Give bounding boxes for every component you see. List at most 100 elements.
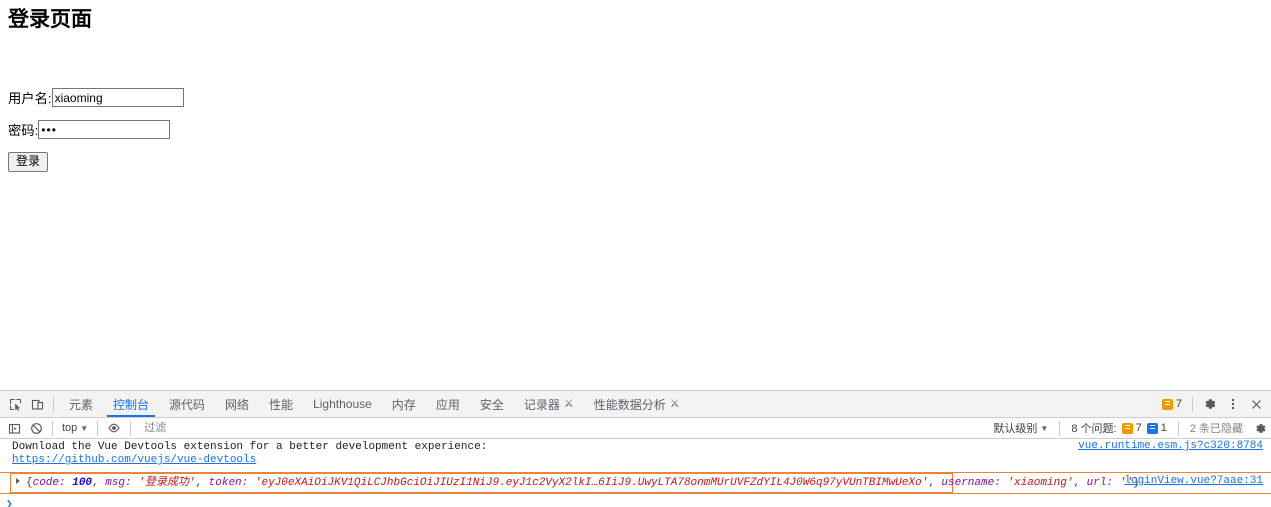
warning-count: 7 — [1175, 398, 1182, 410]
prompt-caret-icon: ❯ — [6, 499, 13, 507]
password-row: 密码: — [8, 120, 1263, 139]
more-options-icon[interactable] — [1222, 393, 1244, 415]
obj-sep: , — [928, 477, 942, 489]
tab-label: 记录器 — [523, 397, 560, 412]
login-button[interactable]: 登录 — [8, 152, 49, 172]
toolbar-divider — [1059, 420, 1061, 436]
password-input[interactable] — [38, 120, 171, 139]
obj-key-token: token: — [208, 477, 255, 489]
obj-open-brace: { — [26, 477, 33, 489]
tab-label: 源代码 — [169, 397, 206, 412]
source-location-link[interactable]: vue.runtime.esm.js?c320:8784 — [1078, 440, 1263, 453]
hidden-messages-note: 2 条已隐藏 — [1189, 423, 1243, 435]
tab-performance[interactable]: 性能 — [259, 391, 303, 417]
chevron-down-icon: ▼ — [80, 423, 89, 433]
username-input[interactable] — [51, 88, 184, 107]
expand-arrow-icon[interactable] — [16, 478, 20, 484]
login-form: 用户名: 密码: 登录 — [8, 88, 1263, 172]
tab-label: 安全 — [479, 397, 504, 412]
obj-val-token: 'eyJ0eXAiOiJKV1QiLCJhbGciOiJIUzI1NiJ9.ey… — [254, 477, 929, 489]
warning-icon — [1161, 398, 1173, 410]
live-expression-eye-icon[interactable] — [103, 417, 125, 439]
tab-elements[interactable]: 元素 — [59, 391, 103, 417]
obj-key-code: code: — [32, 477, 73, 489]
chevron-down-icon: ▼ — [1040, 423, 1049, 433]
clear-console-icon[interactable] — [25, 417, 47, 439]
console-prompt[interactable]: ❯ — [0, 494, 1271, 507]
tab-label: 网络 — [225, 397, 250, 412]
issues-warning-count: 7 — [1121, 422, 1142, 434]
issues-summary[interactable]: 8 个问题: 7 1 — [1065, 420, 1172, 436]
devtools-tabbar-left-tools — [0, 391, 59, 417]
tab-sources[interactable]: 源代码 — [159, 391, 215, 417]
obj-sep: , — [195, 477, 209, 489]
toolbar-divider — [1177, 420, 1179, 436]
tab-label: 内存 — [391, 397, 416, 412]
tab-label: Lighthouse — [313, 397, 372, 411]
tab-security[interactable]: 安全 — [470, 391, 514, 417]
obj-val-code: 100 — [72, 477, 93, 489]
page-title: 登录页面 — [8, 8, 92, 31]
source-location-link[interactable]: loginView.vue?7aae:31 — [1124, 474, 1263, 488]
issues-info-count: 1 — [1146, 422, 1167, 434]
tab-label: 控制台 — [113, 397, 150, 412]
toolbar-divider — [53, 396, 54, 412]
context-label: top — [62, 422, 78, 434]
info-count: 1 — [1160, 422, 1167, 434]
username-label: 用户名: — [8, 91, 52, 106]
tab-memory[interactable]: 内存 — [382, 391, 426, 417]
devtools-tabbar: 元素 控制台 源代码 网络 性能 Lighthouse 内存 应用 安全 记录器… — [0, 391, 1271, 418]
username-row: 用户名: — [8, 88, 1263, 107]
issues-label: 8 个问题: — [1071, 423, 1117, 435]
tab-lighthouse[interactable]: Lighthouse — [303, 391, 382, 417]
vue-devtools-link[interactable]: https://github.com/vuejs/vue-devtools — [12, 454, 1271, 467]
console-settings-gear-icon[interactable] — [1249, 417, 1271, 439]
tab-performance-insights[interactable]: 性能数据分析 ⚔ — [584, 391, 690, 417]
inspect-element-icon[interactable] — [4, 393, 26, 415]
tab-label: 性能数据分析 — [593, 397, 666, 412]
obj-key-url: url: — [1086, 477, 1120, 489]
obj-key-msg: msg: — [105, 477, 139, 489]
tab-application[interactable]: 应用 — [426, 391, 470, 417]
warning-count: 7 — [1135, 422, 1142, 434]
obj-val-msg: '登录成功' — [138, 477, 196, 489]
console-toolbar: top ▼ 默认级别 ▼ 8 个问题: 7 1 — [0, 418, 1271, 439]
submit-row: 登录 — [8, 152, 1263, 172]
console-filter-input[interactable] — [142, 418, 337, 438]
devtools-tabbar-right-tools: 7 — [1157, 391, 1271, 417]
toolbar-divider — [97, 420, 99, 436]
web-page-content: 登录页面 用户名: 密码: 登录 — [0, 0, 1271, 390]
device-toolbar-icon[interactable] — [26, 393, 48, 415]
obj-sep: , — [1073, 477, 1087, 489]
tab-label: 性能 — [269, 397, 294, 412]
tab-label: 应用 — [435, 397, 460, 412]
obj-val-username: 'xiaoming' — [1007, 477, 1074, 489]
tab-label: 元素 — [69, 397, 94, 412]
console-sidebar-toggle-icon[interactable] — [3, 417, 25, 439]
execution-context-selector[interactable]: top ▼ — [58, 422, 92, 434]
toolbar-divider — [130, 420, 132, 436]
log-level-label: 默认级别 — [993, 423, 1038, 435]
flask-icon: ⚔ — [563, 397, 574, 410]
info-icon — [1146, 422, 1158, 434]
warning-count-badge[interactable]: 7 — [1157, 395, 1186, 413]
toolbar-divider — [52, 420, 53, 436]
tab-recorder[interactable]: 记录器 ⚔ — [514, 391, 584, 417]
tab-console[interactable]: 控制台 — [103, 391, 159, 417]
obj-sep: , — [92, 477, 106, 489]
console-message-list: Download the Vue Devtools extension for … — [0, 439, 1271, 507]
close-icon[interactable] — [1245, 393, 1267, 415]
flask-icon: ⚔ — [669, 397, 680, 410]
console-message-object[interactable]: {code: 100, msg: '登录成功', token: 'eyJ0eXA… — [0, 472, 1271, 494]
toolbar-divider — [1192, 396, 1193, 412]
gear-icon[interactable] — [1199, 393, 1221, 415]
devtools-panel: 元素 控制台 源代码 网络 性能 Lighthouse 内存 应用 安全 记录器… — [0, 390, 1271, 507]
password-label: 密码: — [8, 123, 39, 138]
log-level-selector[interactable]: 默认级别 ▼ — [987, 420, 1054, 436]
obj-key-username: username: — [941, 477, 1008, 489]
console-message-vue-devtools[interactable]: Download the Vue Devtools extension for … — [0, 439, 1271, 470]
object-preview: {code: 100, msg: '登录成功', token: 'eyJ0eXA… — [26, 477, 1139, 489]
tab-network[interactable]: 网络 — [215, 391, 259, 417]
devtools-tab-list: 元素 控制台 源代码 网络 性能 Lighthouse 内存 应用 安全 记录器… — [59, 391, 1158, 417]
warning-icon — [1121, 422, 1133, 434]
